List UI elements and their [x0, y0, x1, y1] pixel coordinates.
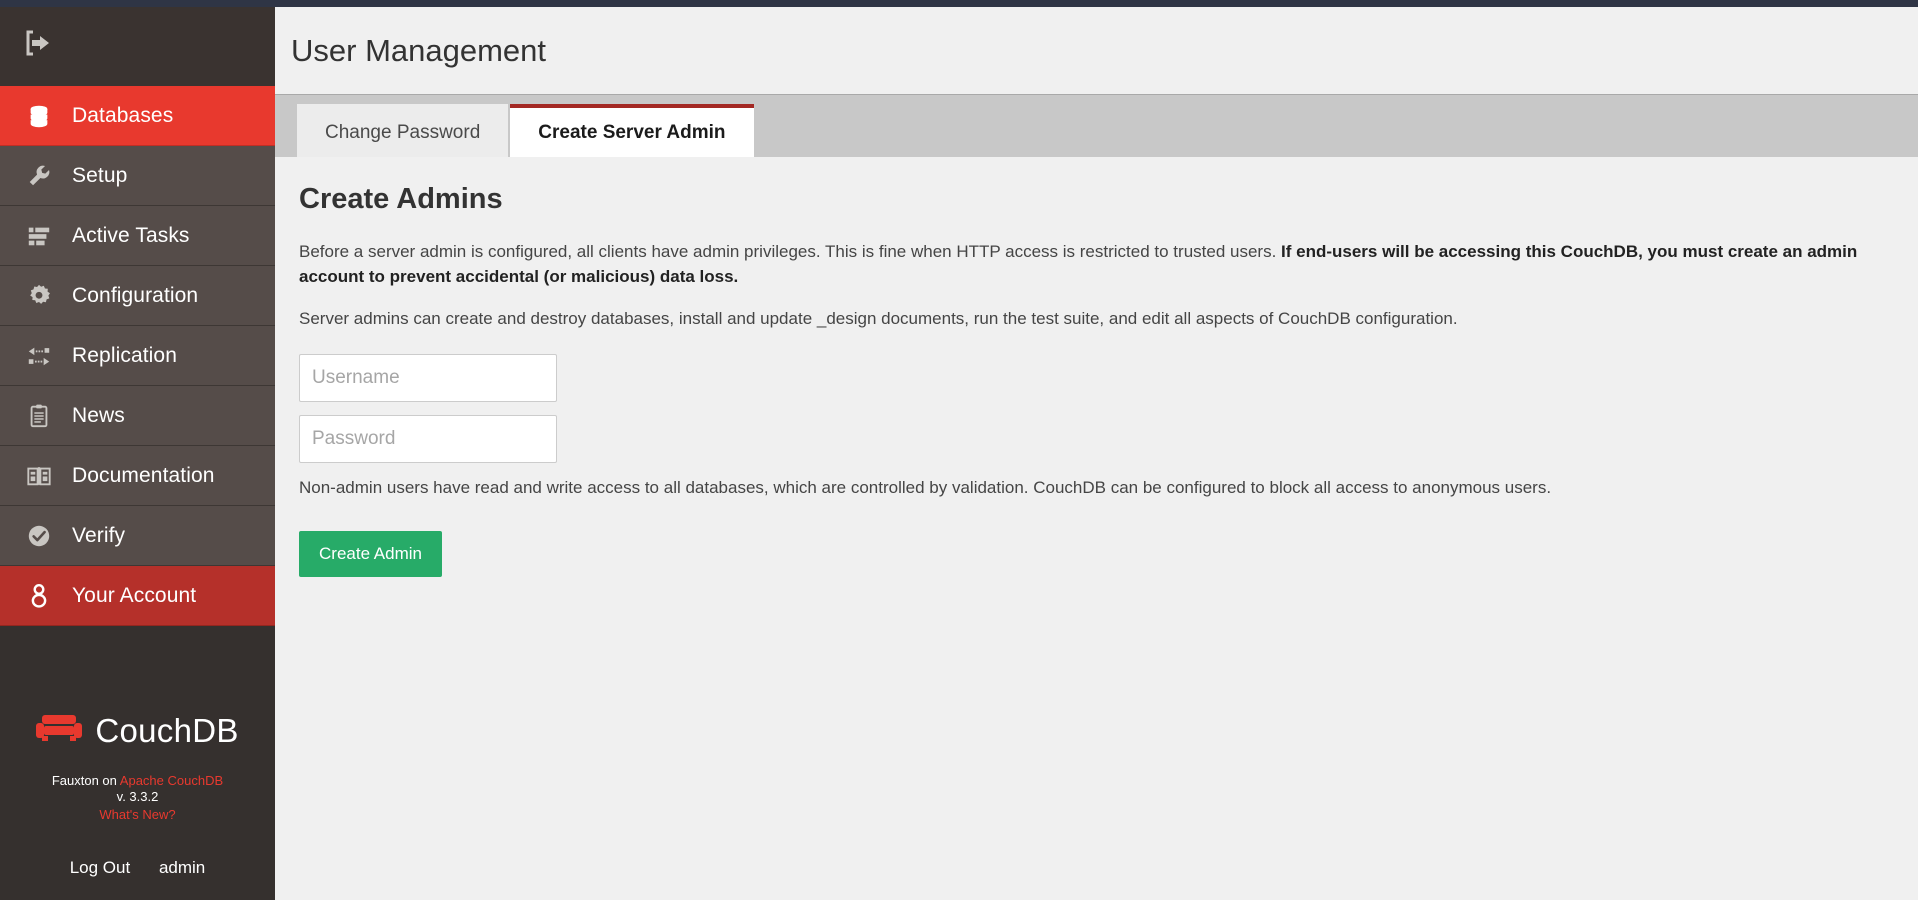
- content-panel: Create Admins Before a server admin is c…: [275, 157, 1918, 577]
- sidebar-item-verify[interactable]: Verify: [0, 506, 275, 566]
- tab-create-server-admin[interactable]: Create Server Admin: [510, 104, 754, 157]
- sidebar-header: [0, 0, 275, 86]
- tab-change-password[interactable]: Change Password: [297, 104, 509, 157]
- sidebar-item-databases[interactable]: Databases: [0, 86, 275, 146]
- username-input[interactable]: [299, 353, 557, 402]
- intro-paragraph: Before a server admin is configured, all…: [299, 240, 1894, 289]
- sidebar-item-setup[interactable]: Setup: [0, 146, 275, 206]
- window-top-strip: [0, 0, 1918, 7]
- sidebar-item-news[interactable]: News: [0, 386, 275, 446]
- sidebar-item-label: Setup: [72, 164, 128, 187]
- sidebar-item-label: Documentation: [72, 464, 215, 487]
- sidebar-item-replication[interactable]: Replication: [0, 326, 275, 386]
- sidebar-footer: CouchDB Fauxton on Apache CouchDB v. 3.3…: [0, 711, 275, 900]
- tasks-icon: [22, 223, 56, 249]
- nonadmin-paragraph: Non-admin users have read and write acce…: [299, 477, 1552, 497]
- user-icon: [22, 583, 56, 609]
- brand: CouchDB: [0, 712, 275, 751]
- book-icon: [22, 463, 56, 489]
- sidebar-item-your-account[interactable]: Your Account: [0, 566, 275, 626]
- create-admin-button[interactable]: Create Admin: [299, 530, 442, 577]
- fauxton-prefix: Fauxton on: [51, 772, 117, 788]
- footer-actions: Log Out admin: [0, 858, 275, 878]
- brand-name: CouchDB: [95, 712, 239, 750]
- gear-icon: [22, 283, 56, 309]
- check-circle-icon: [22, 523, 56, 549]
- whats-new-link[interactable]: What's New?: [0, 806, 275, 824]
- password-input[interactable]: [299, 414, 557, 463]
- sidebar-item-label: Configuration: [72, 284, 199, 307]
- main-area: User Management Change Password Create S…: [275, 7, 1918, 900]
- version-label: v. 3.3.2: [116, 788, 159, 804]
- wrench-icon: [22, 163, 56, 189]
- sidebar-item-documentation[interactable]: Documentation: [0, 446, 275, 506]
- sidebar-nav-list: Databases Setup Active Tasks Configurati…: [0, 86, 275, 626]
- database-icon: [22, 103, 56, 129]
- sidebar-spacer: [0, 626, 275, 712]
- collapse-sidebar-icon[interactable]: [22, 26, 56, 60]
- log-out-link[interactable]: Log Out: [70, 858, 131, 877]
- sidebar-item-label: News: [72, 404, 125, 427]
- clipboard-icon: [22, 403, 56, 429]
- sidebar-item-label: Active Tasks: [72, 224, 190, 247]
- section-title: Create Admins: [299, 183, 503, 215]
- app-root: Databases Setup Active Tasks Configurati…: [0, 0, 1918, 900]
- sidebar-item-label: Replication: [72, 344, 177, 367]
- couch-logo-icon: [36, 712, 83, 751]
- replication-icon: [22, 343, 56, 369]
- page-header: User Management: [275, 7, 1918, 95]
- privileges-paragraph: Server admins can create and destroy dat…: [299, 309, 1458, 329]
- sidebar-item-label: Your Account: [72, 584, 197, 607]
- current-username: admin: [158, 858, 206, 877]
- sidebar-item-label: Databases: [72, 104, 174, 127]
- sidebar: Databases Setup Active Tasks Configurati…: [0, 0, 275, 900]
- apache-couchdb-link[interactable]: Apache CouchDB: [120, 773, 223, 788]
- fauxton-attribution: Fauxton on Apache CouchDB: [0, 773, 275, 789]
- tab-bar: Change Password Create Server Admin: [275, 95, 1918, 157]
- sidebar-item-label: Verify: [72, 524, 126, 547]
- page-title: User Management: [291, 32, 547, 68]
- intro-normal-text: Before a server admin is configured, all…: [299, 242, 1282, 261]
- sidebar-item-active-tasks[interactable]: Active Tasks: [0, 206, 275, 266]
- sidebar-item-configuration[interactable]: Configuration: [0, 266, 275, 326]
